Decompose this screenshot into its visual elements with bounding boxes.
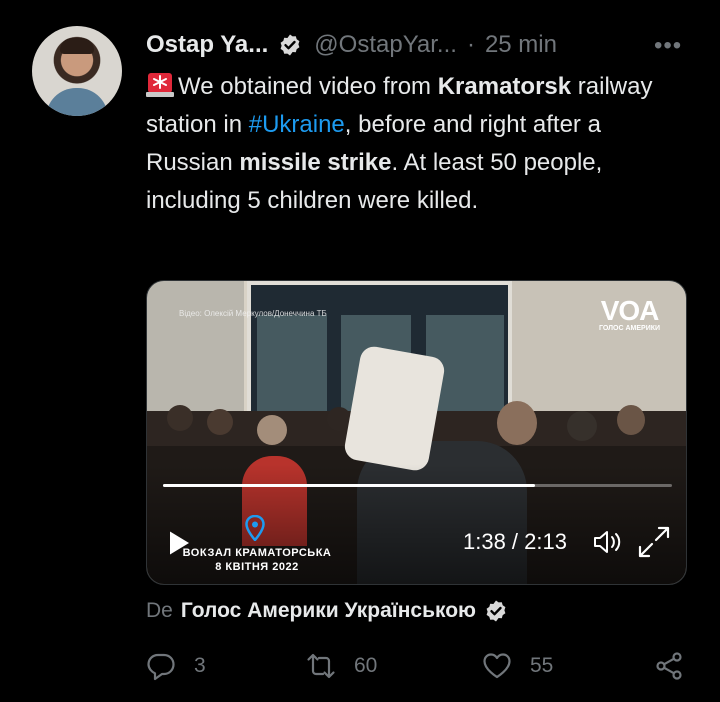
reply-count: 3 [194, 654, 206, 677]
video-player[interactable]: Відео: Олексій Меркулов/Донеччина ТБ VOA… [146, 280, 687, 585]
source-channel-link[interactable]: Голос Америки Українською [181, 599, 476, 623]
voa-logo-text: VOA [600, 295, 660, 326]
retweet-count: 60 [354, 654, 378, 677]
video-source: De Голос Америки Українською [146, 596, 508, 626]
reply-button[interactable]: 3 [146, 648, 206, 684]
tweet-text-bold: Kramatorsk [437, 73, 572, 100]
voa-logo: VOA ГОЛОС АМЕРИКИ [599, 295, 660, 332]
fullscreen-icon[interactable] [637, 525, 671, 559]
source-prefix: De [146, 599, 173, 622]
retweet-button[interactable]: 60 [306, 648, 377, 684]
hashtag-link[interactable]: #Ukraine [249, 111, 345, 138]
video-progress-fill [163, 484, 535, 487]
location-date: 8 КВІТНЯ 2022 [215, 561, 299, 573]
tweet-text: We obtained video from Kramatorsk railwa… [146, 68, 686, 220]
voa-logo-subtitle: ГОЛОС АМЕРИКИ [599, 325, 661, 332]
reply-icon [147, 653, 175, 681]
tweet-time[interactable]: 25 min [485, 31, 557, 59]
video-progress-bar[interactable] [163, 484, 672, 487]
like-icon [483, 653, 511, 679]
volume-icon[interactable] [593, 530, 623, 554]
author-handle[interactable]: @OstapYar... [314, 31, 457, 59]
like-count: 55 [530, 654, 554, 677]
more-options-button[interactable]: ••• [654, 32, 682, 60]
video-credit: Відео: Олексій Меркулов/Донеччина ТБ [179, 309, 327, 318]
like-button[interactable]: 55 [482, 648, 553, 684]
tweet-text-bold: missile strike [239, 149, 392, 176]
verified-icon [486, 600, 506, 622]
video-time: 1:38 / 2:13 [463, 529, 567, 554]
location-name: ВОКЗАЛ КРАМАТОРСЬКА [182, 547, 332, 559]
share-button[interactable] [654, 648, 702, 684]
share-icon [656, 652, 682, 680]
tweet-header: Ostap Ya... @OstapYar... · 25 min [146, 28, 557, 62]
location-pin-icon [245, 515, 265, 541]
retweet-icon [307, 653, 335, 679]
author-name[interactable]: Ostap Ya... [146, 31, 268, 59]
verified-icon [280, 34, 300, 56]
separator-dot: · [466, 31, 475, 58]
tweet-actions: 3 60 55 [0, 648, 720, 684]
tweet-text-part: We obtained video from [178, 73, 438, 100]
siren-icon [146, 73, 174, 97]
avatar[interactable] [32, 26, 122, 116]
video-location-caption: ВОКЗАЛ КРАМАТОРСЬКА 8 КВІТНЯ 2022 [177, 546, 337, 574]
